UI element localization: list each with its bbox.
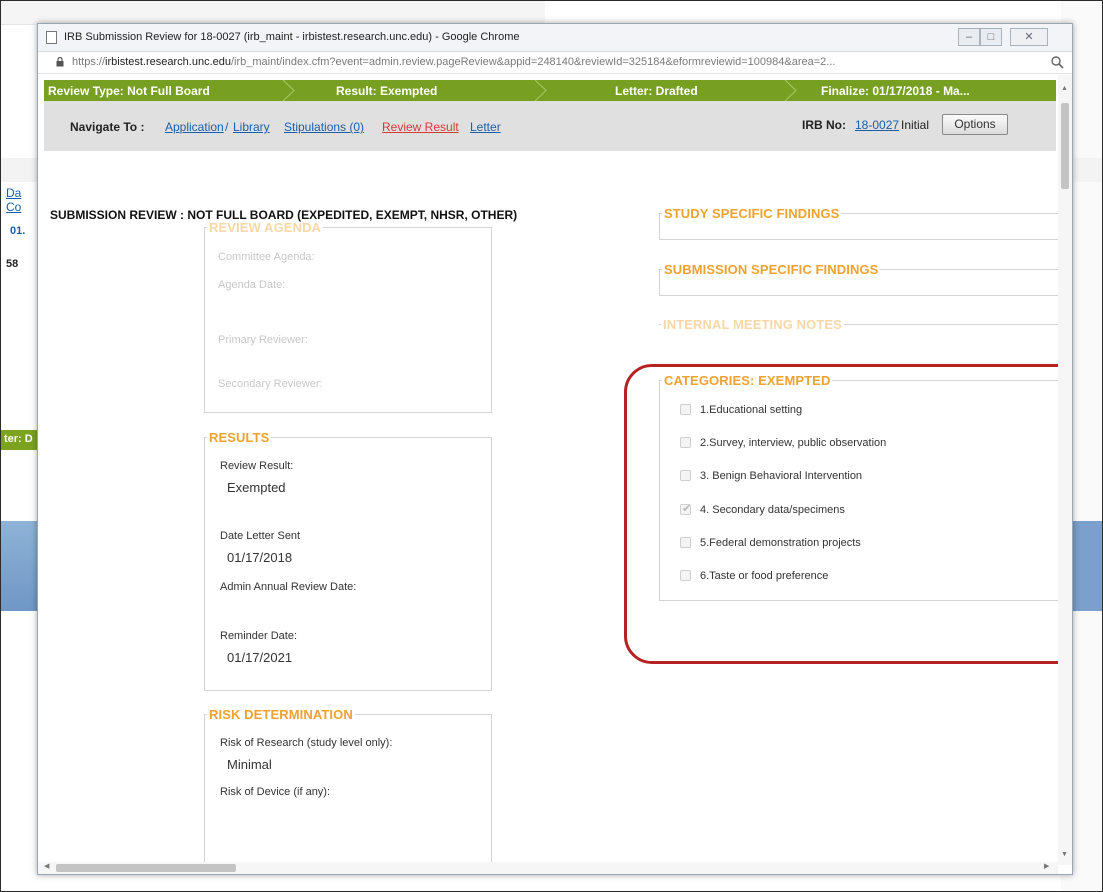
magnifier-icon[interactable] [1050,55,1064,69]
background-date: 01. [10,225,26,237]
background-tab-strip [1,1,545,25]
primary-reviewer-label: Primary Reviewer: [218,334,308,346]
horizontal-scrollbar[interactable]: ◀ ▶ [38,862,1058,874]
review-agenda-legend: REVIEW AGENDA [209,220,322,235]
finalize-step: Finalize: 01/17/2018 - Ma... [821,84,970,98]
date-letter-sent-value: 01/17/2018 [227,550,293,565]
page-viewport: Review Type: Not Full Board Result: Exem… [38,75,1072,874]
submission-status: Initial [901,118,930,132]
nav-link-library[interactable]: Library [233,120,270,134]
maximize-button[interactable]: □ [980,28,1002,46]
submission-specific-findings-section: SUBMISSION SPECIFIC FINDINGS [659,262,1058,296]
internal-meeting-notes-section: INTERNAL MEETING NOTES [659,317,1058,337]
background-status-bar: ter: D [1,430,37,450]
chevron-right-icon [282,80,295,101]
horizontal-scroll-thumb[interactable] [56,864,236,872]
reminder-date-value: 01/17/2021 [227,650,293,665]
window-title: IRB Submission Review for 18-0027 (irb_m… [64,31,520,43]
reminder-date-label: Reminder Date: [220,630,298,642]
page-icon [46,31,57,44]
nav-link-letter[interactable]: Letter [470,120,501,134]
nav-link-stipulations[interactable]: Stipulations (0) [284,120,364,134]
scroll-up-arrow-icon[interactable]: ▲ [1061,85,1068,92]
navigate-bar: Navigate To : Application / Library Stip… [44,101,1056,151]
nav-link-application[interactable]: Application [165,120,224,134]
risk-of-device-label: Risk of Device (if any): [220,786,331,798]
study-specific-findings-section: STUDY SPECIFIC FINDINGS [659,206,1058,240]
review-popup-window: IRB Submission Review for 18-0027 (irb_m… [37,23,1073,875]
review-type-step: Review Type: Not Full Board [48,84,210,98]
scroll-left-arrow-icon[interactable]: ◀ [44,862,49,870]
result-step: Result: Exempted [336,84,438,98]
url-text[interactable]: https://irbistest.research.unc.edu/irb_m… [72,56,992,68]
background-number: 58 [6,258,19,270]
highlight-annotation [624,364,1072,664]
results-legend: RESULTS [209,430,270,445]
window-titlebar: IRB Submission Review for 18-0027 (irb_m… [38,24,1072,52]
url-path: /irb_maint/index.cfm?event=admin.review.… [230,56,836,68]
scroll-down-arrow-icon[interactable]: ▼ [1061,851,1068,858]
navigate-label: Navigate To : [70,120,145,134]
nav-separator: / [225,120,229,134]
url-scheme: https:// [72,56,106,68]
review-progress-bar: Review Type: Not Full Board Result: Exem… [44,80,1056,101]
committee-agenda-label: Committee Agenda: [218,251,315,263]
results-section: RESULTS Review Result: Exempted Date Let… [204,430,492,691]
internal-meeting-notes-legend[interactable]: INTERNAL MEETING NOTES [661,317,844,332]
submission-specific-findings-legend[interactable]: SUBMISSION SPECIFIC FINDINGS [662,262,880,277]
agenda-date-label: Agenda Date: [218,279,286,291]
options-button[interactable]: Options [942,114,1008,135]
vertical-scrollbar[interactable]: ▲ ▼ [1058,75,1072,865]
vertical-scroll-thumb[interactable] [1061,103,1069,189]
nav-link-review-result[interactable]: Review Result [382,120,459,134]
risk-determination-section: RISK DETERMINATION Risk of Research (stu… [204,707,492,867]
scroll-right-arrow-icon[interactable]: ▶ [1044,862,1049,870]
risk-of-research-label: Risk of Research (study level only): [220,737,393,749]
lock-icon [56,57,64,67]
chevron-right-icon [784,80,797,101]
review-result-value: Exempted [227,480,286,495]
chevron-right-icon [534,80,547,101]
study-specific-findings-legend[interactable]: STUDY SPECIFIC FINDINGS [662,206,841,221]
risk-determination-legend: RISK DETERMINATION [209,707,353,722]
date-letter-sent-label: Date Letter Sent [220,530,301,542]
letter-step: Letter: Drafted [615,84,698,98]
close-button[interactable]: ✕ [1010,28,1048,46]
background-link-da[interactable]: Da [6,186,21,200]
address-bar[interactable]: https://irbistest.research.unc.edu/irb_m… [38,52,1072,74]
review-result-label: Review Result: [220,460,294,472]
review-agenda-section: REVIEW AGENDA Committee Agenda: Agenda D… [204,220,492,413]
admin-annual-review-label: Admin Annual Review Date: [220,581,357,593]
minimize-button[interactable]: – [958,28,980,46]
url-host: irbistest.research.unc.edu [105,56,231,68]
irb-number-link[interactable]: 18-0027 [855,118,899,132]
background-link-co[interactable]: Co [6,200,21,214]
secondary-reviewer-label: Secondary Reviewer: [218,378,323,390]
irb-number-label: IRB No: [802,118,846,132]
risk-of-research-value: Minimal [227,757,272,772]
